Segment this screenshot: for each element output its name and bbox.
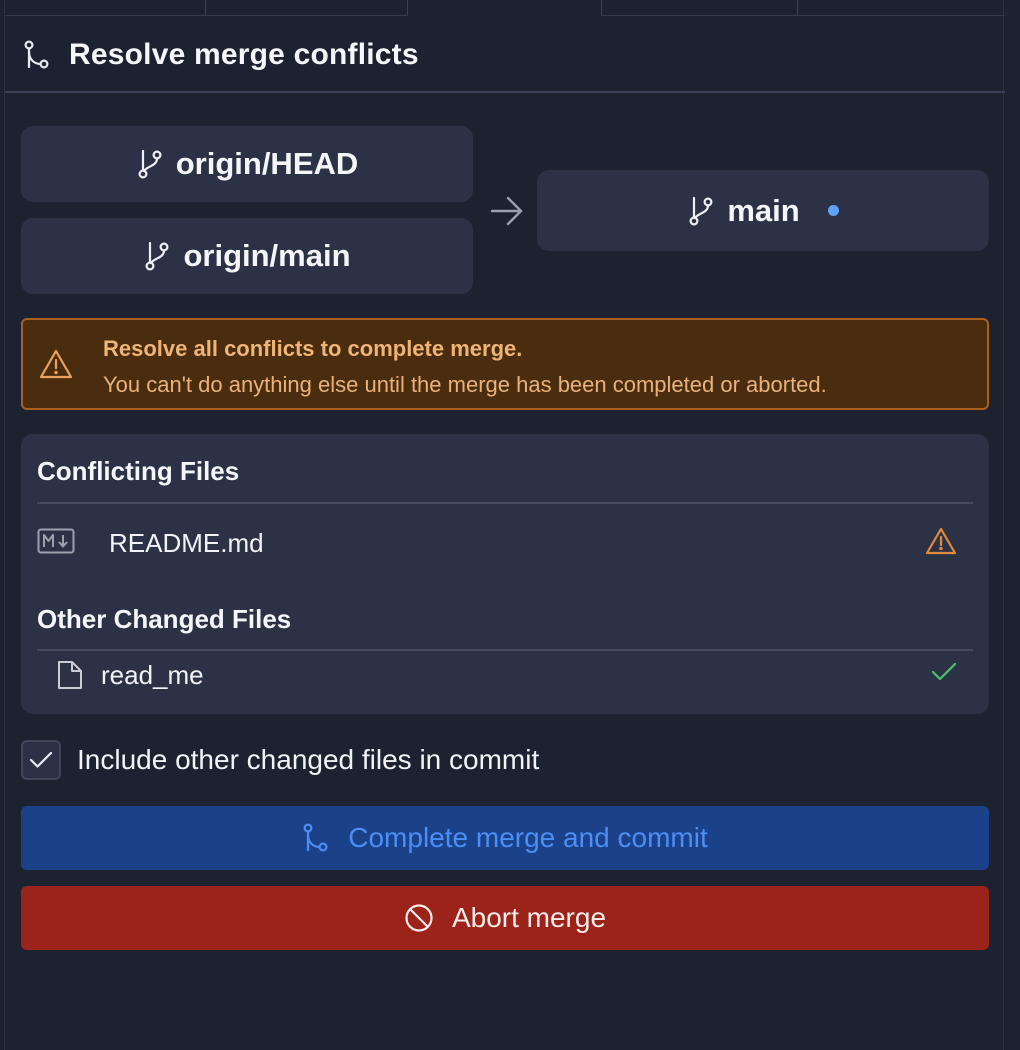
git-merge-icon — [23, 40, 51, 70]
conflicting-files-heading: Conflicting Files — [37, 456, 240, 486]
include-files-label[interactable]: Include other changed files in commit — [77, 744, 539, 776]
tab-divider — [797, 0, 798, 15]
git-branch-icon — [689, 196, 713, 226]
target-branch-main[interactable]: main — [537, 170, 989, 251]
arrow-right-icon — [489, 194, 525, 228]
complete-merge-button[interactable]: Complete merge and commit — [21, 806, 989, 870]
file-name: README.md — [109, 528, 264, 558]
warning-title: Resolve all conflicts to complete merge. — [103, 336, 523, 361]
branch-label: main — [727, 192, 800, 228]
button-label: Complete merge and commit — [348, 822, 708, 853]
source-branch-origin-head[interactable]: origin/HEAD — [21, 126, 473, 202]
page-title: Resolve merge conflicts — [69, 38, 419, 71]
panel-header: Resolve merge conflicts — [5, 16, 1005, 93]
cancel-icon — [405, 904, 433, 932]
tab-divider — [601, 0, 602, 15]
warning-message: You can't do anything else until the mer… — [103, 372, 827, 397]
warning-icon — [39, 348, 73, 380]
changed-files-card: Conflicting Files README.md Other Change… — [21, 434, 989, 714]
check-icon — [29, 751, 53, 768]
merge-panel: Resolve merge conflicts origin/HEAD orig… — [4, 0, 1005, 1050]
branch-label: origin/main — [183, 238, 351, 273]
abort-merge-button[interactable]: Abort merge — [21, 886, 989, 950]
button-label: Abort merge — [451, 902, 607, 933]
include-files-checkbox[interactable] — [21, 740, 61, 780]
branch-label: origin/HEAD — [175, 146, 359, 181]
tab-strip — [5, 0, 1005, 16]
git-merge-icon — [303, 823, 328, 852]
other-files-heading: Other Changed Files — [37, 604, 292, 634]
other-file-row[interactable]: read_me — [37, 646, 973, 702]
file-name: read_me — [101, 660, 204, 690]
warning-icon — [925, 526, 957, 561]
git-branch-icon — [145, 241, 169, 271]
include-files-option: Include other changed files in commit — [21, 740, 539, 780]
check-icon — [931, 662, 957, 687]
source-branch-origin-main[interactable]: origin/main — [21, 218, 473, 294]
current-branch-dot — [827, 205, 839, 216]
tab-active[interactable] — [408, 0, 601, 16]
markdown-icon — [37, 528, 75, 559]
divider — [37, 502, 973, 504]
git-branch-icon — [138, 149, 162, 179]
file-icon — [57, 660, 83, 695]
tab-divider — [205, 0, 206, 15]
conflicting-file-row[interactable]: README.md — [37, 514, 973, 570]
merge-warning-banner: Resolve all conflicts to complete merge.… — [21, 318, 989, 410]
